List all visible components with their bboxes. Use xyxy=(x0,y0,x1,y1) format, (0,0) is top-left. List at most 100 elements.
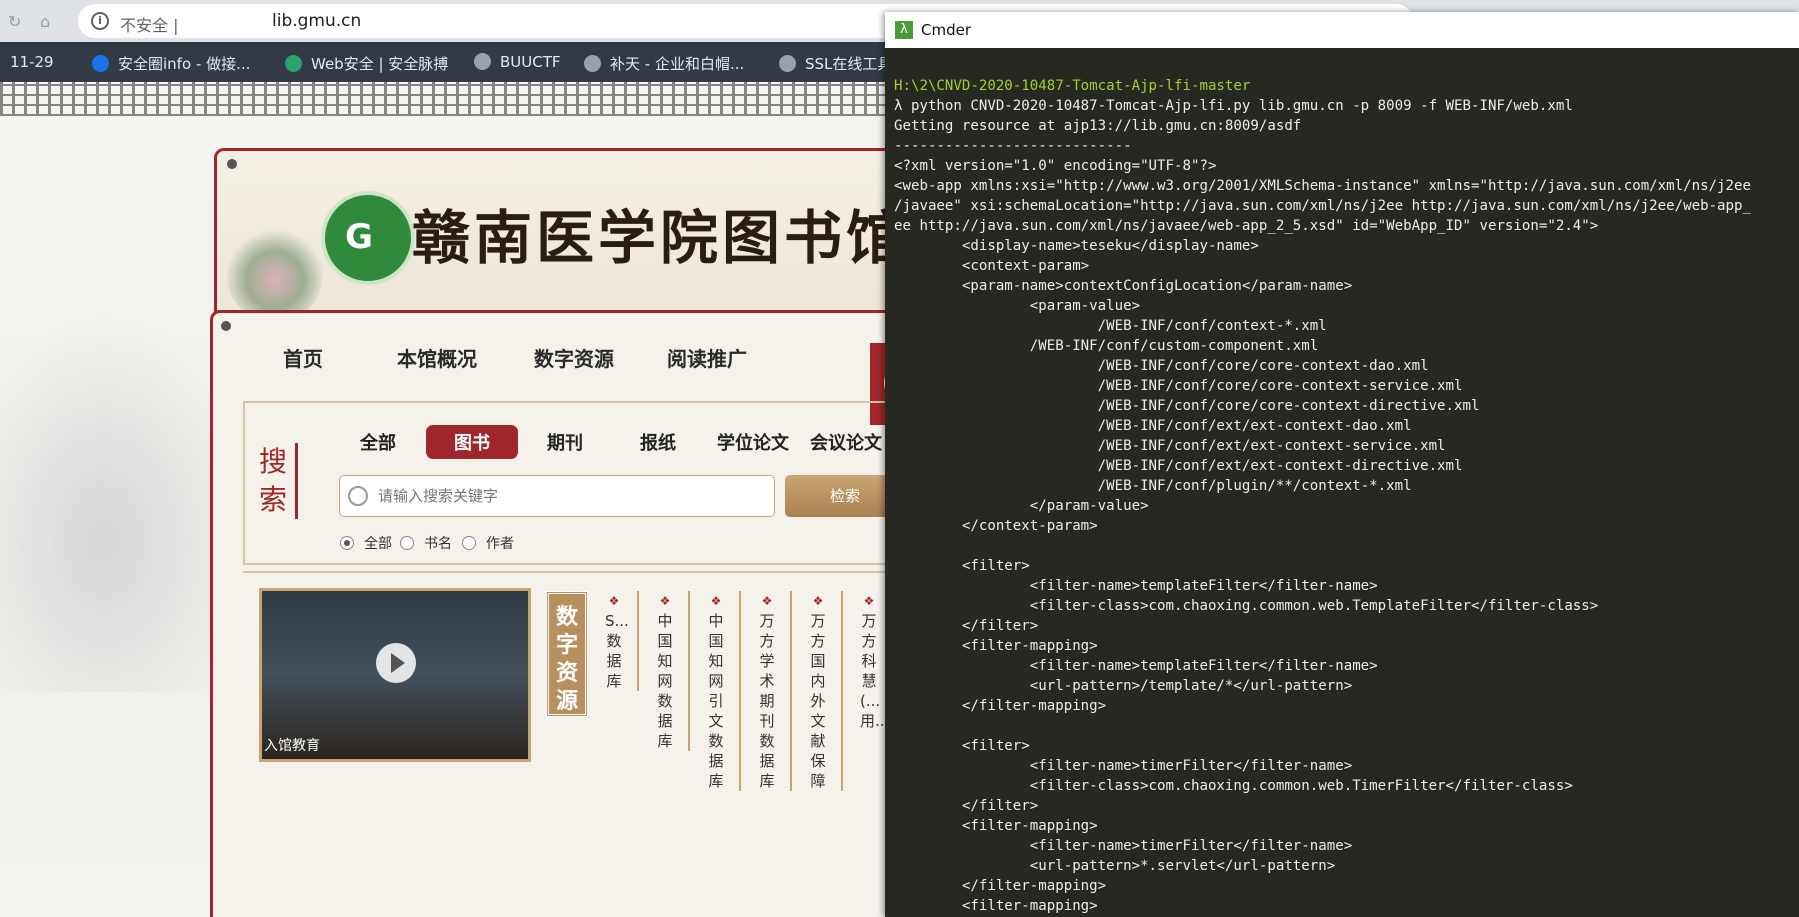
bookmark-item[interactable]: BUUCTF xyxy=(474,53,561,71)
tab-books[interactable]: 图书 xyxy=(426,425,518,459)
database-link[interactable]: ❖ S...数据库 xyxy=(605,591,639,691)
terminal-line: <filter> xyxy=(894,558,1030,574)
terminal-line: /WEB-INF/conf/ext/ext-context-service.xm… xyxy=(894,438,1446,454)
bookmark-item[interactable]: 补天 - 企业和白帽... xyxy=(584,53,744,74)
diamond-icon: ❖ xyxy=(812,594,824,608)
terminal-line: /WEB-INF/conf/core/core-context-dao.xml xyxy=(894,358,1429,374)
terminal-line: <param-name>contextConfigLocation</param… xyxy=(894,278,1353,294)
s-logo-icon xyxy=(92,55,109,72)
globe-icon xyxy=(779,55,796,72)
nav-about[interactable]: 本馆概况 xyxy=(397,343,477,372)
terminal-line: <filter-mapping> xyxy=(894,818,1098,834)
radio-circle xyxy=(462,536,476,550)
radio-circle xyxy=(400,536,414,550)
play-icon[interactable] xyxy=(376,643,416,683)
tab-theses[interactable]: 学位论文 xyxy=(717,429,789,455)
cmder-window[interactable]: λ Cmder H:\2\CNVD-2020-10487-Tomcat-Ajp-… xyxy=(885,12,1799,917)
terminal-line: /WEB-INF/conf/ext/ext-context-dao.xml xyxy=(894,418,1412,434)
terminal-line: <filter-mapping> xyxy=(894,638,1098,654)
search-icon xyxy=(348,486,368,506)
database-link[interactable]: ❖ 中国知网数据库 xyxy=(656,591,690,751)
terminal-output[interactable]: H:\2\CNVD-2020-10487-Tomcat-Ajp-lfi-mast… xyxy=(894,76,1751,916)
terminal-line: <filter-class>com.chaoxing.common.web.Te… xyxy=(894,598,1599,614)
terminal-line: <param-value> xyxy=(894,298,1141,314)
terminal-line: ee http://java.sun.com/xml/ns/javaee/web… xyxy=(894,218,1599,234)
terminal-path: H:\2\CNVD-2020-10487-Tomcat-Ajp-lfi-mast… xyxy=(894,78,1251,94)
search-heading: 搜索 xyxy=(259,443,298,519)
radio-all[interactable]: 全部 xyxy=(340,533,392,553)
url-text[interactable]: lib.gmu.cn xyxy=(272,11,361,31)
terminal-line: </context-param> xyxy=(894,518,1098,534)
library-logo[interactable]: G xyxy=(321,191,415,285)
terminal-line: </filter-mapping> xyxy=(894,878,1107,894)
terminal-line: </filter> xyxy=(894,618,1039,634)
terminal-line: λ python CNVD-2020-10487-Tomcat-Ajp-lfi.… xyxy=(894,98,1573,114)
shield-icon xyxy=(285,55,302,72)
terminal-line: /javaee" xsi:schemaLocation="http://java… xyxy=(894,198,1752,214)
rivet xyxy=(221,321,231,331)
database-link[interactable]: ❖ 万方国内外文献保障 xyxy=(809,591,843,791)
terminal-line: <filter-name>templateFilter</filter-name… xyxy=(894,658,1378,674)
reload-icon[interactable]: ↻ xyxy=(8,12,21,31)
radio-circle xyxy=(340,536,354,550)
globe-icon xyxy=(584,55,601,72)
video-caption: 入馆教育 xyxy=(264,738,320,754)
terminal-line: /WEB-INF/conf/core/core-context-directiv… xyxy=(894,398,1480,414)
radio-author[interactable]: 作者 xyxy=(462,533,514,553)
terminal-line: /WEB-INF/conf/context-*.xml xyxy=(894,318,1327,334)
terminal-line: <url-pattern>/template/*</url-pattern> xyxy=(894,678,1353,694)
window-title: Cmder xyxy=(921,21,972,39)
info-icon[interactable]: i xyxy=(91,12,109,30)
diamond-icon: ❖ xyxy=(761,594,773,608)
lambda-icon: λ xyxy=(895,21,913,39)
diamond-icon: ❖ xyxy=(608,594,620,608)
globe-icon xyxy=(474,53,491,70)
terminal-line: Getting resource at ajp13://lib.gmu.cn:8… xyxy=(894,118,1302,134)
nav-home[interactable]: 首页 xyxy=(283,343,323,372)
nav-digital-resources[interactable]: 数字资源 xyxy=(534,343,614,372)
nav-reading-promotion[interactable]: 阅读推广 xyxy=(667,343,747,372)
database-link[interactable]: ❖ 中国知网引文数据库 xyxy=(707,591,741,791)
tab-all[interactable]: 全部 xyxy=(360,429,396,455)
intro-video[interactable]: 入馆教育 xyxy=(259,588,531,762)
terminal-line: <display-name>teseku</display-name> xyxy=(894,238,1259,254)
search-input[interactable] xyxy=(339,475,775,517)
diamond-icon: ❖ xyxy=(863,594,875,608)
insecure-label: 不安全 | xyxy=(120,16,179,35)
terminal-line: <filter-name>templateFilter</filter-name… xyxy=(894,578,1378,594)
terminal-line: /WEB-INF/conf/ext/ext-context-directive.… xyxy=(894,458,1463,474)
terminal-line: /WEB-INF/conf/plugin/**/context-*.xml xyxy=(894,478,1412,494)
terminal-line: <filter-name>timerFilter</filter-name> xyxy=(894,758,1353,774)
diamond-icon: ❖ xyxy=(710,594,722,608)
library-name: 赣南医学院图书馆 xyxy=(412,204,909,272)
bookmark-item[interactable]: 安全圈info - 做接... xyxy=(92,53,250,74)
terminal-line: <filter-mapping> xyxy=(894,898,1098,914)
terminal-line: <filter-name>timerFilter</filter-name> xyxy=(894,838,1353,854)
database-link[interactable]: ❖ 万方学术期刊数据库 xyxy=(758,591,792,791)
terminal-line: <?xml version="1.0" encoding="UTF-8"?> xyxy=(894,158,1217,174)
bookmark-item[interactable]: Web安全 | 安全脉搏 xyxy=(285,53,448,74)
terminal-line: <url-pattern>*.servlet</url-pattern> xyxy=(894,858,1336,874)
diamond-icon: ❖ xyxy=(659,594,671,608)
tab-conference-papers[interactable]: 会议论文 xyxy=(810,429,882,455)
cmder-titlebar[interactable]: λ Cmder xyxy=(885,12,1799,48)
home-icon[interactable]: ⌂ xyxy=(40,12,50,31)
terminal-line: <filter-class>com.chaoxing.common.web.Ti… xyxy=(894,778,1573,794)
terminal-line: <filter> xyxy=(894,738,1030,754)
terminal-line: </filter> xyxy=(894,798,1039,814)
terminal-line: /WEB-INF/conf/core/core-context-service.… xyxy=(894,378,1463,394)
radio-title[interactable]: 书名 xyxy=(400,533,452,553)
terminal-line: </filter-mapping> xyxy=(894,698,1107,714)
digital-resources-badge: 数字资源 xyxy=(546,591,588,717)
terminal-line: </param-value> xyxy=(894,498,1149,514)
tab-journals[interactable]: 期刊 xyxy=(547,429,583,455)
terminal-line: <web-app xmlns:xsi="http://www.w3.org/20… xyxy=(894,178,1752,194)
lotus-painting xyxy=(227,227,323,323)
terminal-line: ---------------------------- xyxy=(894,138,1132,154)
bookmark-item[interactable]: 11-29 xyxy=(10,53,54,71)
bookmark-item[interactable]: SSL在线工具 xyxy=(779,53,892,74)
tab-newspapers[interactable]: 报纸 xyxy=(640,429,676,455)
terminal-line: /WEB-INF/conf/custom-component.xml xyxy=(894,338,1319,354)
